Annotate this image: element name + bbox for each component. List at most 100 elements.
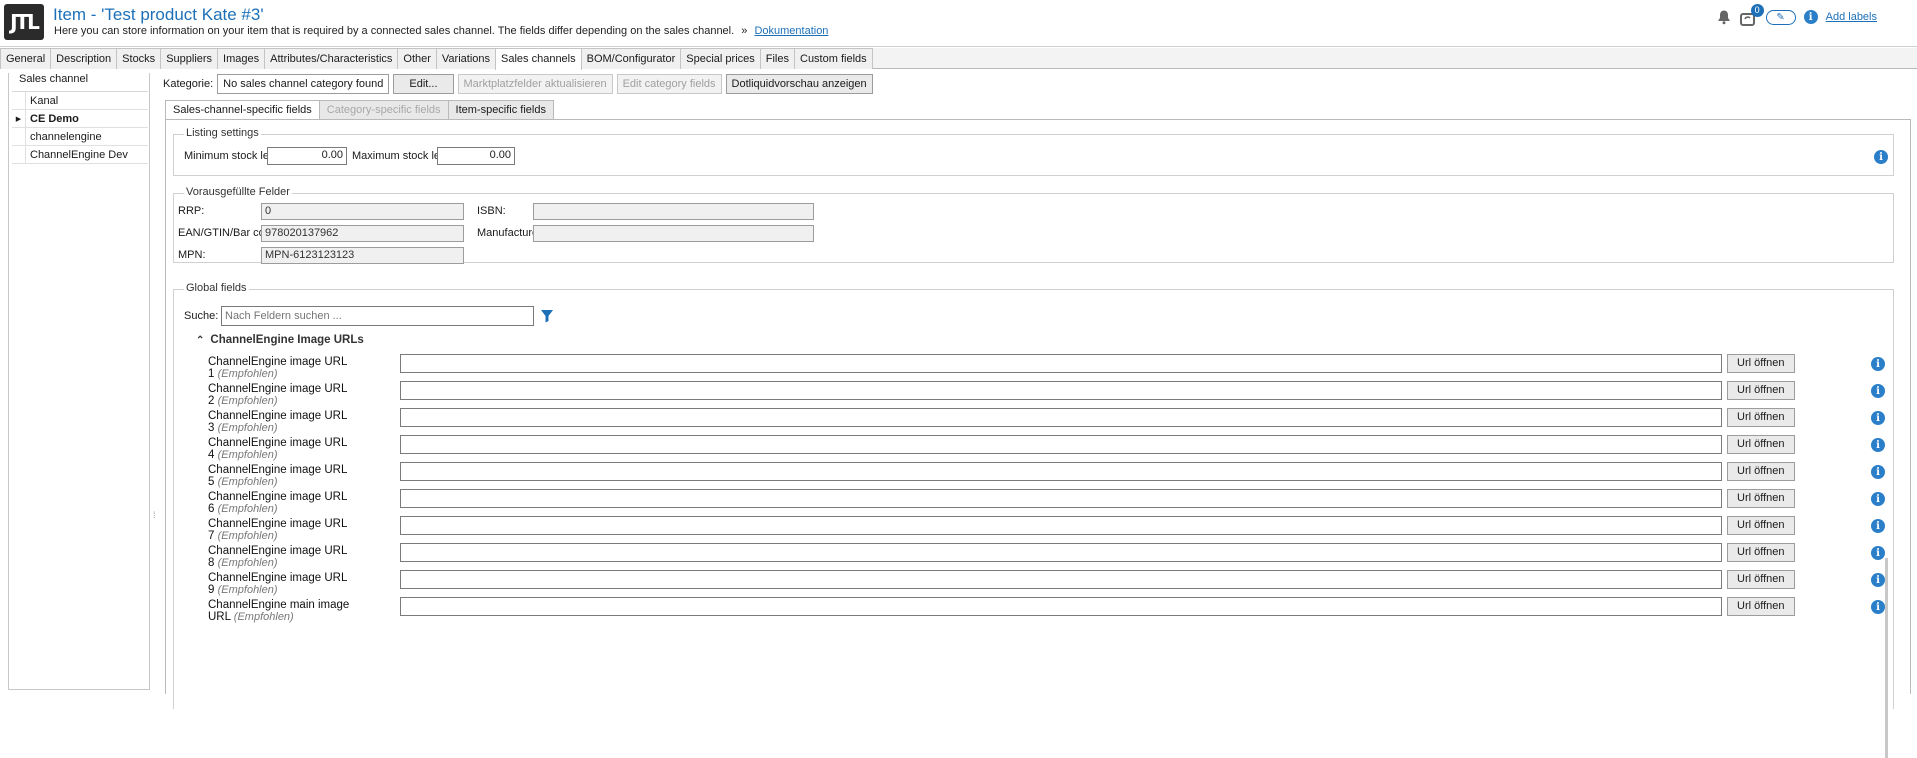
edit-category-fields-button[interactable]: Edit category fields [616, 74, 722, 94]
row-selector [12, 146, 26, 163]
edit-button[interactable]: Edit... [393, 74, 454, 94]
image-url-input[interactable] [400, 570, 1722, 589]
info-icon[interactable]: i [1871, 573, 1885, 587]
tab-bom-configurator[interactable]: BOM/Configurator [580, 48, 682, 69]
sales-channel-fields-panel: Listing settings Minimum stock level: 0.… [165, 119, 1911, 709]
info-icon[interactable]: i [1871, 600, 1885, 614]
label-line-2: 5 [208, 476, 215, 488]
image-url-input[interactable] [400, 543, 1722, 562]
tab-images[interactable]: Images [217, 48, 266, 69]
image-url-input[interactable] [400, 597, 1722, 616]
update-marketplace-fields-button[interactable]: Marktplatzfelder aktualisieren [457, 74, 613, 94]
info-icon[interactable]: i [1871, 438, 1885, 452]
open-url-button[interactable]: Url öffnen [1727, 570, 1795, 589]
sales-channel-name: ChannelEngine Dev [30, 148, 128, 161]
page-subtitle: Here you can store information on your i… [54, 25, 828, 37]
tab-other[interactable]: Other [397, 48, 437, 69]
info-icon[interactable]: i [1871, 465, 1885, 479]
rrp-field[interactable]: 0 [261, 203, 464, 220]
tab-suppliers[interactable]: Suppliers [160, 48, 219, 69]
info-icon[interactable]: i [1803, 10, 1818, 24]
max-stock-input[interactable]: 0.00 [437, 147, 515, 165]
sales-channel-row[interactable]: channelengine [12, 128, 148, 146]
recommended-hint: (Empfohlen) [217, 422, 278, 434]
tab-attributes-characteristics[interactable]: Attributes/Characteristics [264, 48, 399, 69]
sales-channel-label: Sales channel [17, 73, 91, 85]
tab-description[interactable]: Description [50, 48, 118, 69]
dotliquid-preview-button[interactable]: Dotliquidvorschau anzeigen [725, 74, 873, 94]
scrollbar[interactable] [1885, 558, 1888, 758]
image-url-input[interactable] [400, 435, 1722, 454]
sales-channel-grid: Kanal ▶ CE Demo channelengine ChannelEngine… [12, 91, 148, 164]
info-icon[interactable]: i [1871, 519, 1885, 533]
image-url-label: ChannelEngine image URL 1 (Empfohlen) [208, 356, 347, 380]
recommended-hint: (Empfohlen) [217, 476, 278, 488]
recommended-hint: (Empfohlen) [217, 395, 278, 407]
open-url-button[interactable]: Url öffnen [1727, 597, 1795, 616]
tab-custom-fields[interactable]: Custom fields [794, 48, 873, 69]
header-actions: 0 ✎ i Add labels [1716, 4, 1877, 26]
header: JTL Item - 'Test product Kate #3' Here y… [0, 0, 1917, 47]
info-icon[interactable]: i [1874, 150, 1888, 164]
category-toolbar: Kategorie: No sales channel category fou… [163, 74, 873, 94]
bell-icon[interactable] [1716, 9, 1732, 25]
image-url-input[interactable] [400, 354, 1722, 373]
tab-variations[interactable]: Variations [435, 48, 497, 69]
open-url-button[interactable]: Url öffnen [1727, 543, 1795, 562]
splitter-handle[interactable]: ⁞ [153, 510, 156, 520]
open-url-button[interactable]: Url öffnen [1727, 489, 1795, 508]
tab-stocks[interactable]: Stocks [116, 48, 162, 69]
prefilled-fields-group: Vorausgefüllte Felder RRP: 0 EAN/GTIN/Ba… [173, 186, 1894, 264]
image-url-input[interactable] [400, 516, 1722, 535]
image-url-input[interactable] [400, 381, 1722, 400]
tab-item-specific[interactable]: Item-specific fields [447, 100, 554, 119]
open-url-button[interactable]: Url öffnen [1727, 408, 1795, 427]
tab-category-specific[interactable]: Category-specific fields [318, 100, 449, 119]
open-url-button[interactable]: Url öffnen [1727, 354, 1795, 373]
item-tabs: General Description Stocks Suppliers Images A… [0, 48, 1917, 70]
isbn-field[interactable] [533, 203, 814, 220]
recommended-hint: (Empfohlen) [217, 557, 278, 569]
sales-channel-row[interactable]: ChannelEngine Dev [12, 146, 148, 164]
tab-sales-channel-specific[interactable]: Sales-channel-specific fields [165, 100, 320, 119]
tab-sales-channels[interactable]: Sales channels [495, 48, 582, 70]
recommended-hint: (Empfohlen) [217, 530, 278, 542]
open-url-button[interactable]: Url öffnen [1727, 516, 1795, 535]
sales-channel-subtabs: Sales-channel-specific fields Category-s… [165, 100, 554, 119]
info-icon[interactable]: i [1871, 546, 1885, 560]
open-url-button[interactable]: Url öffnen [1727, 435, 1795, 454]
info-icon[interactable]: i [1871, 411, 1885, 425]
image-url-label: ChannelEngine image URL 5 (Empfohlen) [208, 464, 347, 488]
notification-count: 0 [1750, 4, 1764, 17]
add-labels-link[interactable]: Add labels [1826, 11, 1877, 23]
jtl-logo: JTL [4, 4, 44, 40]
info-icon[interactable]: i [1871, 357, 1885, 371]
open-url-button[interactable]: Url öffnen [1727, 381, 1795, 400]
info-icon[interactable]: i [1871, 384, 1885, 398]
global-fields-title: Global fields [184, 282, 249, 294]
chevron-up-icon[interactable]: ⌃ [196, 335, 204, 346]
label-line-2: 7 [208, 530, 215, 542]
info-icon[interactable]: i [1871, 492, 1885, 506]
tab-special-prices[interactable]: Special prices [680, 48, 761, 69]
tab-files[interactable]: Files [759, 48, 795, 69]
image-url-input[interactable] [400, 462, 1722, 481]
recommended-hint: (Empfohlen) [217, 449, 278, 461]
image-url-input[interactable] [400, 489, 1722, 508]
open-url-button[interactable]: Url öffnen [1727, 462, 1795, 481]
sync-icon[interactable]: 0 [1739, 4, 1764, 26]
section-header[interactable]: ⌃ ChannelEngine Image URLs [196, 334, 364, 346]
sales-channel-row[interactable]: ▶ CE Demo [12, 110, 148, 128]
documentation-link[interactable]: Dokumentation [754, 25, 828, 37]
ean-field[interactable]: 978020137962 [261, 225, 464, 242]
min-stock-input[interactable]: 0.00 [267, 147, 347, 165]
filter-icon[interactable] [540, 309, 554, 323]
listing-settings-group: Listing settings Minimum stock level: 0.… [173, 127, 1894, 176]
sales-channel-panel: Sales channel Kanal ▶ CE Demo channelengin… [8, 73, 150, 690]
image-url-input[interactable] [400, 408, 1722, 427]
manufacturer-field[interactable] [533, 225, 814, 242]
search-input[interactable] [221, 306, 534, 326]
mpn-field[interactable]: MPN-6123123123 [261, 247, 464, 264]
tab-general[interactable]: General [0, 48, 52, 69]
pencil-icon[interactable]: ✎ [1765, 9, 1796, 25]
